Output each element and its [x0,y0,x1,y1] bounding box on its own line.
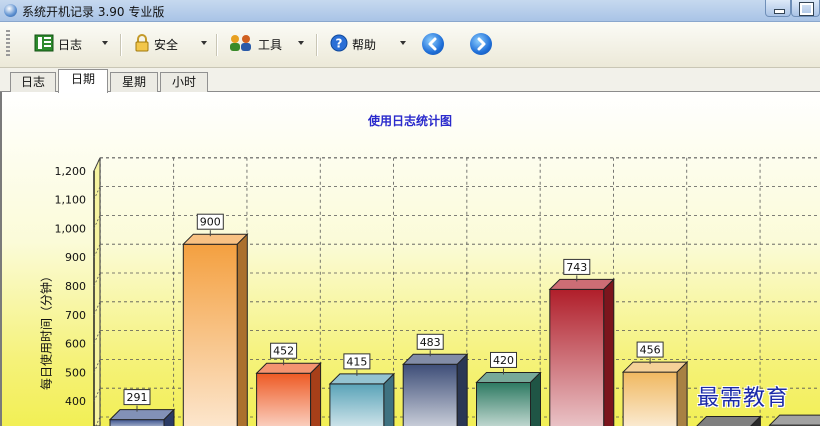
watermark: 最需教育 [697,386,790,411]
data-label: 420 [493,354,514,367]
bar-top [255,362,322,374]
bar-side [530,371,541,426]
data-label: 415 [346,355,367,368]
bar [256,372,312,426]
bar-side [383,372,395,426]
bar-top [401,353,469,365]
bar-side [603,278,615,426]
bar-top [548,278,616,290]
bar [622,371,678,426]
y-tick-label: 500 [65,366,86,379]
bar-side [676,360,688,426]
y-tick-label: 800 [65,280,86,293]
bar-top [182,233,249,245]
bar [109,419,165,426]
data-label: 456 [640,344,661,357]
y-tick-label: 1,000 [55,222,87,235]
data-label: 483 [420,336,441,349]
y-tick-label: 900 [65,251,86,264]
bar-top [621,361,689,373]
bar-side [310,362,322,426]
y-tick-label: 700 [65,309,86,322]
y-tick-label: 1,200 [55,165,87,178]
tab-date[interactable]: 日期 [58,69,108,93]
bar [549,288,605,426]
bar [329,383,385,426]
bar-side [456,353,468,426]
bar [182,243,238,426]
bar [402,363,458,426]
bar-top [475,371,542,383]
bar-chart: 1,2001,1001,0009008007006005004003002919… [55,157,820,426]
bar-top [768,414,820,426]
data-label: 291 [127,391,148,404]
y-tick-label: 1,100 [55,194,87,207]
y-tick-label: 600 [65,338,86,351]
bar-side [236,232,248,426]
data-label: 900 [200,216,221,229]
bar-top [696,416,762,426]
data-label: 743 [566,261,587,274]
bar-top [108,409,176,421]
data-label: 452 [273,345,294,358]
bar [476,381,531,426]
y-tick-label: 400 [65,395,86,408]
bar-top [328,373,396,385]
